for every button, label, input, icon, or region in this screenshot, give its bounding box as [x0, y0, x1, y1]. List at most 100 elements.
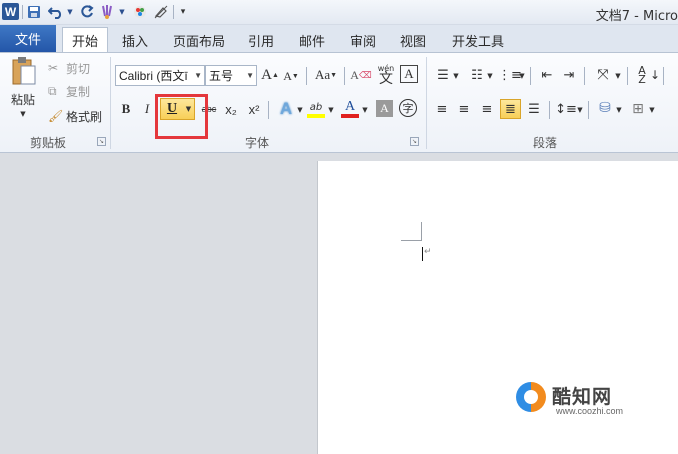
save-icon[interactable] — [26, 3, 42, 21]
copy-icon: ⧉ — [48, 83, 57, 98]
change-case-icon[interactable]: Aa ▼ — [313, 65, 339, 85]
borders-icon[interactable]: ⊞ — [628, 99, 648, 119]
chevron-down-icon[interactable]: ▼ — [361, 105, 369, 115]
sort-arrow-icon: ↓ — [649, 68, 661, 82]
tab-review[interactable]: 审阅 — [343, 28, 383, 52]
tab-developer[interactable]: 开发工具 — [444, 28, 512, 52]
pinyin-guide-icon[interactable]: wén 文 — [376, 61, 396, 87]
chevron-down-icon[interactable]: ▼ — [296, 105, 304, 115]
tab-file[interactable]: 文件 — [0, 25, 56, 52]
separator — [588, 101, 589, 119]
chevron-down-icon[interactable]: ▼ — [194, 66, 202, 85]
separator — [627, 67, 628, 85]
superscript-button[interactable]: x² — [245, 99, 263, 119]
shading-bucket-icon[interactable]: ⛁ — [595, 97, 615, 119]
bold-button[interactable]: B — [118, 99, 134, 119]
chevron-down-icon[interactable]: ▼ — [615, 105, 623, 115]
paste-button[interactable]: 粘贴 — [8, 91, 38, 107]
copy-label: 复制 — [66, 84, 91, 99]
paint-dropdown-icon[interactable]: ▼ — [118, 3, 126, 21]
cut-label: 剪切 — [66, 61, 91, 76]
tab-home[interactable]: 开始 — [62, 27, 108, 52]
text-effect-icon[interactable]: A — [276, 98, 296, 120]
bullets-icon[interactable]: ☰ — [432, 65, 454, 85]
cut-button[interactable]: ✂ 剪切 — [48, 58, 90, 78]
highlight-color-bar — [307, 113, 325, 118]
paste-dropdown-icon[interactable]: ▼ — [18, 109, 28, 119]
align-right-icon[interactable]: ≡ — [477, 99, 497, 119]
annotation-highlight-box — [155, 94, 208, 139]
format-painter-label: 格式刷 — [66, 109, 103, 124]
separator — [268, 101, 269, 119]
highlight-label: ab — [309, 101, 323, 113]
font-color-icon[interactable]: A — [340, 97, 360, 121]
paste-icon[interactable] — [8, 56, 40, 86]
text-cursor — [422, 247, 423, 261]
chevron-down-icon[interactable]: ▼ — [327, 105, 335, 115]
pinyin-char: 文 — [379, 71, 393, 87]
separator — [549, 101, 550, 119]
font-launcher-icon[interactable]: ↘ — [410, 137, 419, 146]
chevron-down-icon[interactable]: ▼ — [518, 71, 526, 81]
line-spacing-icon[interactable]: ↕≡ — [555, 99, 577, 119]
increase-indent-icon[interactable]: ⇥ — [559, 65, 579, 85]
tab-view[interactable]: 视图 — [393, 28, 433, 52]
decrease-indent-icon[interactable]: ⇤ — [537, 65, 557, 85]
group-separator — [426, 57, 427, 149]
chevron-down-icon[interactable]: ▼ — [486, 71, 494, 81]
separator — [344, 67, 345, 85]
redo-icon[interactable] — [79, 3, 95, 21]
separator — [584, 67, 585, 85]
chevron-down-icon[interactable]: ▼ — [648, 105, 656, 115]
tab-mailings[interactable]: 邮件 — [292, 28, 332, 52]
chinese-layout-icon[interactable]: ⤧ — [591, 65, 615, 85]
format-painter-button[interactable]: 🖌 格式刷 — [48, 106, 102, 126]
undo-dropdown-icon[interactable]: ▼ — [66, 3, 74, 21]
font-size-combo[interactable]: 五号 ▼ — [205, 65, 257, 86]
tab-page-layout[interactable]: 页面布局 — [165, 28, 233, 52]
paragraph-group-label: 段落 — [532, 136, 557, 150]
clipboard-launcher-icon[interactable]: ↘ — [97, 137, 106, 146]
brush-icon: 🖌 — [48, 109, 64, 123]
paint-icon[interactable] — [99, 3, 117, 21]
chevron-down-icon[interactable]: ▼ — [452, 71, 460, 81]
separator — [530, 67, 531, 85]
undo-icon[interactable] — [47, 3, 65, 21]
clear-format-label: A — [350, 67, 359, 82]
align-center-icon[interactable]: ≡ — [454, 99, 474, 119]
font-color-bar — [341, 114, 359, 118]
clear-format-icon[interactable]: A ⌫ — [350, 65, 371, 85]
customize-icon[interactable]: ▾ — [178, 3, 188, 21]
copy-button[interactable]: ⧉ 复制 — [48, 81, 90, 101]
coozhi-logo-icon — [516, 382, 546, 412]
window-title: 文档7 - Micro — [595, 9, 678, 24]
eraser-icon[interactable] — [153, 3, 169, 21]
sort-icon[interactable]: AZ — [633, 64, 651, 86]
margin-marker — [401, 240, 422, 241]
chevron-down-icon[interactable]: ▼ — [576, 105, 584, 115]
grow-font-icon[interactable]: A ▲ — [261, 65, 279, 85]
distributed-icon[interactable]: ☰ — [524, 99, 544, 119]
align-left-icon[interactable]: ≡ — [432, 99, 452, 119]
font-group-label: 字体 — [244, 136, 269, 150]
font-name-combo[interactable]: Calibri (西文ī ▼ — [115, 65, 205, 86]
char-border-icon[interactable]: A — [400, 65, 418, 83]
char-shading-icon[interactable]: A — [376, 100, 393, 117]
enclose-char-icon[interactable]: 字 — [399, 99, 417, 117]
numbering-icon[interactable]: ☷ — [466, 65, 488, 85]
tab-insert[interactable]: 插入 — [114, 28, 156, 52]
tab-references[interactable]: 引用 — [241, 28, 281, 52]
chevron-down-icon[interactable]: ▼ — [614, 71, 622, 81]
highlight-icon[interactable]: ab — [306, 97, 326, 121]
color-wheel-icon[interactable] — [132, 3, 148, 21]
chevron-down-icon[interactable]: ▼ — [246, 66, 254, 85]
subscript-button[interactable]: x₂ — [222, 99, 240, 119]
watermark-name: 酷知网 — [552, 386, 613, 408]
shrink-font-icon[interactable]: A ▼ — [282, 67, 300, 85]
word-logo-icon[interactable]: W — [2, 3, 19, 20]
multilevel-list-icon[interactable]: ⋮≡ — [498, 65, 522, 85]
justify-icon: ≣ — [505, 101, 516, 117]
italic-button[interactable]: I — [139, 99, 155, 119]
margin-marker — [421, 222, 422, 241]
ribbon-tabs: 文件 开始 插入 页面布局 引用 邮件 审阅 视图 开发工具 — [0, 25, 678, 53]
